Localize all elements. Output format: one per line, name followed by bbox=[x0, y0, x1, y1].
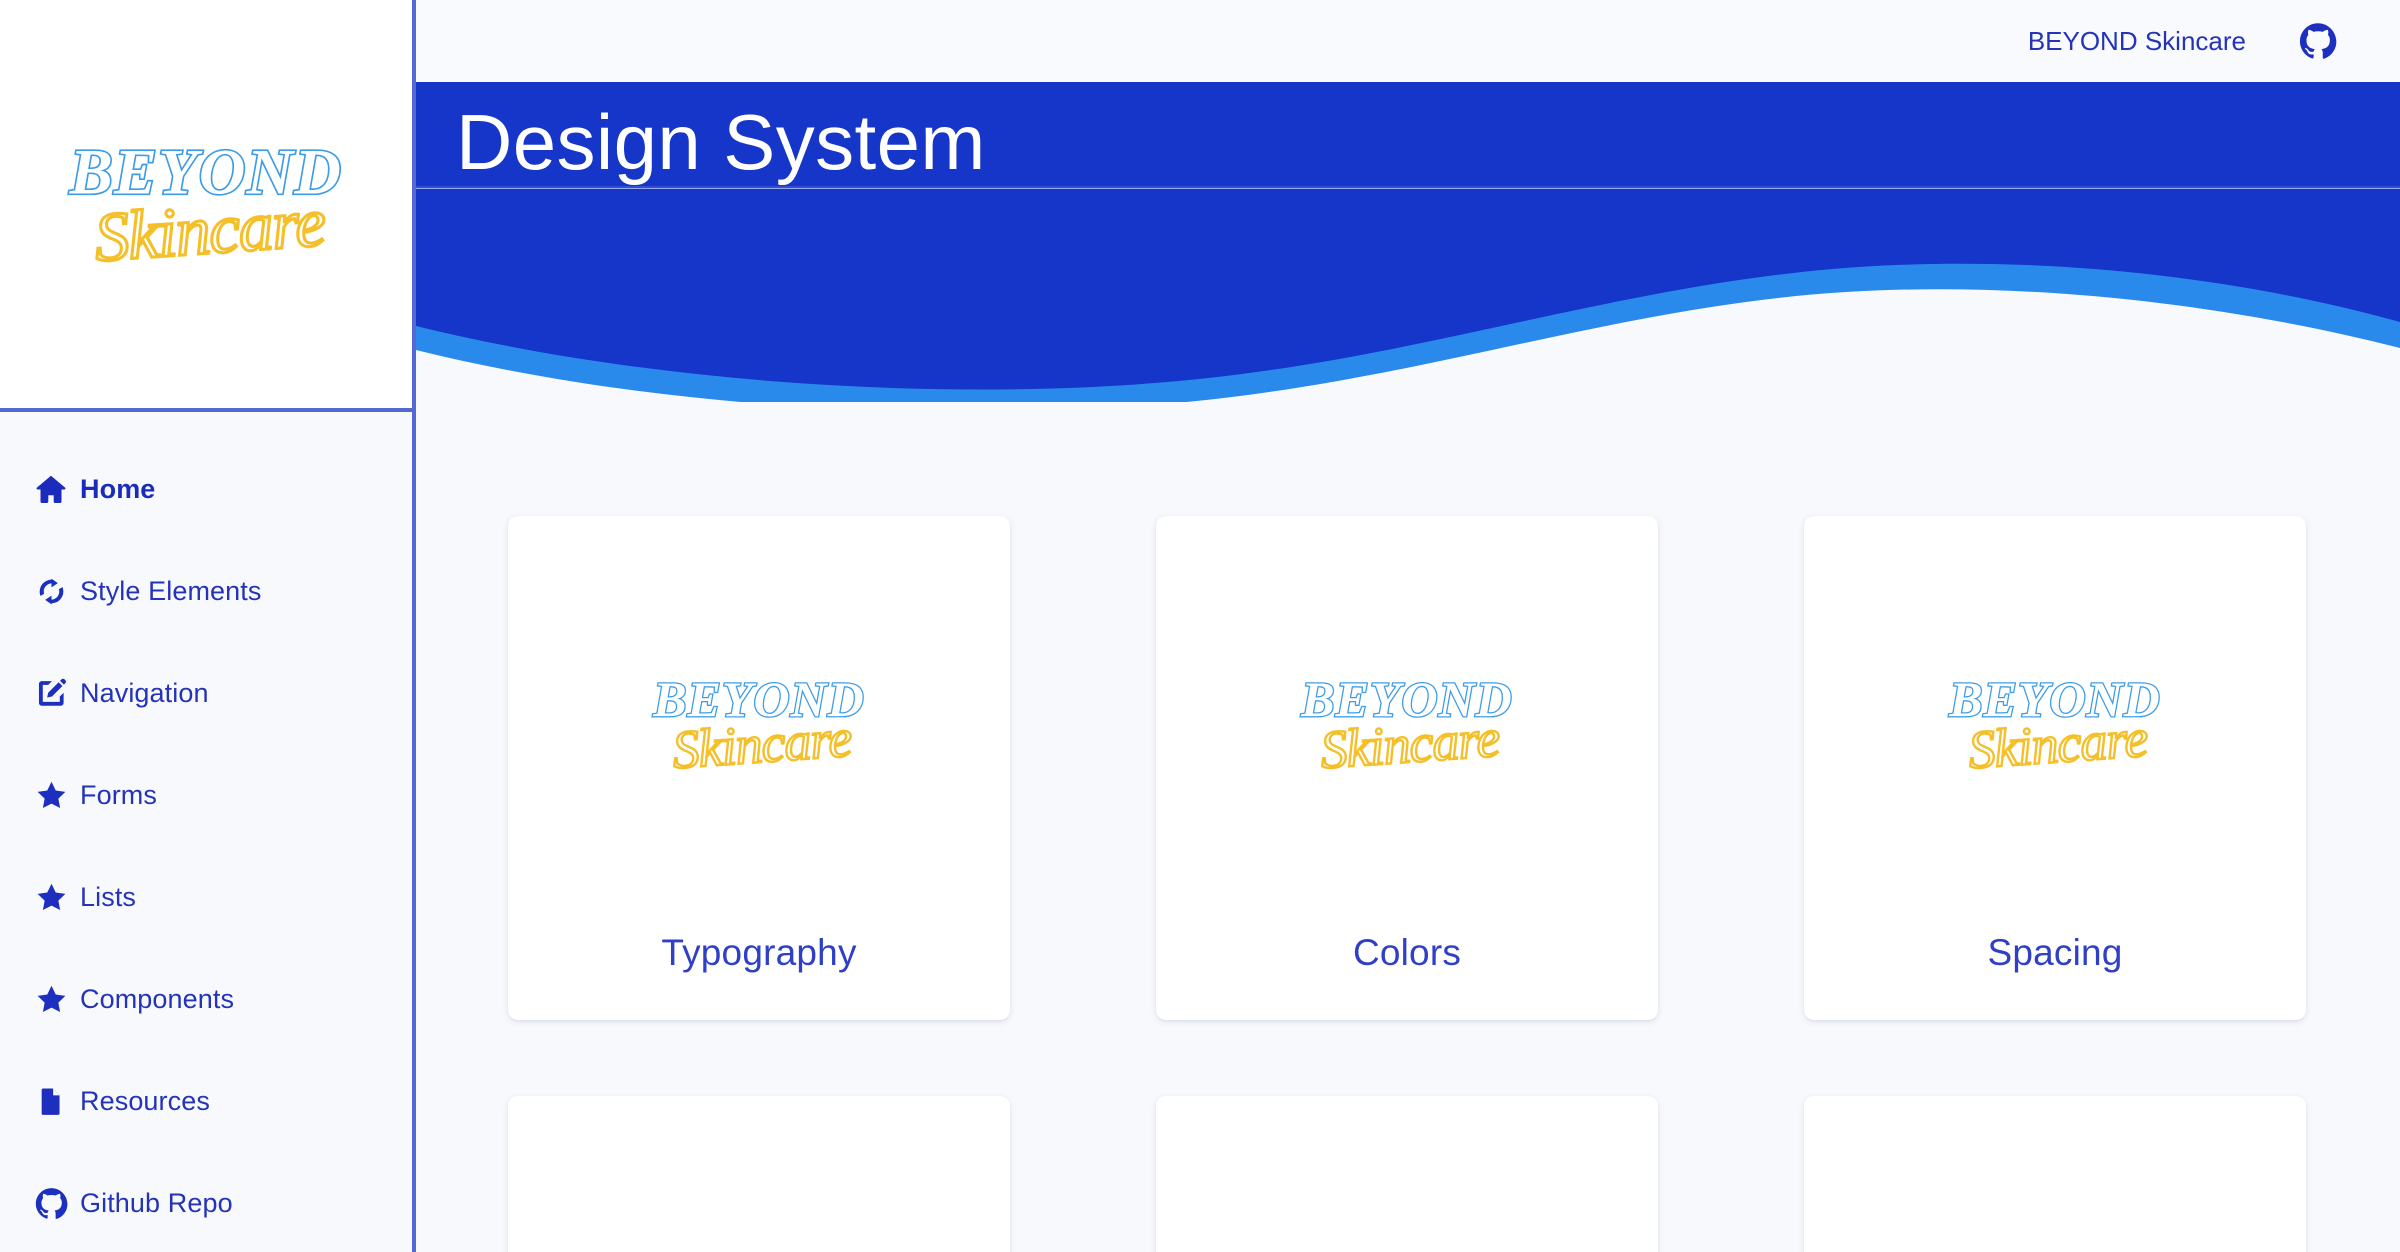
star-icon bbox=[22, 982, 80, 1017]
sidebar-item-lists[interactable]: Lists bbox=[0, 846, 412, 948]
beyond-skincare-logo-icon bbox=[67, 134, 344, 279]
sidebar-item-navigation[interactable]: Navigation bbox=[0, 642, 412, 744]
hero-wave-shape bbox=[416, 82, 2400, 402]
card-row2-2[interactable] bbox=[1156, 1096, 1658, 1252]
sidebar-item-label: Components bbox=[80, 983, 235, 1014]
topbar-brand-label: BEYOND Skincare bbox=[2027, 25, 2246, 56]
beyond-skincare-logo-icon bbox=[650, 669, 867, 782]
sidebar-item-label: Resources bbox=[80, 1085, 210, 1116]
github-icon[interactable] bbox=[2298, 21, 2338, 61]
card-colors[interactable]: Colors bbox=[1156, 516, 1658, 1020]
sidebar-item-forms[interactable]: Forms bbox=[0, 744, 412, 846]
sidebar-item-label: Forms bbox=[80, 779, 157, 810]
refresh-icon bbox=[22, 575, 80, 608]
sidebar-item-label: Navigation bbox=[80, 677, 209, 708]
sidebar-item-components[interactable]: Components bbox=[0, 948, 412, 1050]
card-label: Colors bbox=[1352, 932, 1462, 973]
github-icon bbox=[22, 1187, 80, 1220]
document-icon bbox=[22, 1085, 80, 1117]
star-icon bbox=[22, 880, 80, 915]
beyond-skincare-logo-icon bbox=[1946, 669, 2163, 782]
sidebar-item-style-elements[interactable]: Style Elements bbox=[0, 540, 412, 642]
main-content: BEYOND Skincare Design System Typography… bbox=[416, 0, 2400, 1252]
sidebar-item-label: Github Repo bbox=[80, 1187, 233, 1218]
sidebar: Home Style Elements Navigation Forms Lis… bbox=[0, 0, 416, 1252]
hero-banner: Design System bbox=[416, 82, 2400, 402]
sidebar-brand-logo[interactable] bbox=[0, 0, 412, 412]
sidebar-item-label: Lists bbox=[80, 881, 137, 912]
card-media bbox=[508, 516, 1010, 932]
card-typography[interactable]: Typography bbox=[508, 516, 1010, 1020]
sidebar-item-home[interactable]: Home bbox=[0, 438, 412, 540]
star-icon bbox=[22, 778, 80, 813]
card-media bbox=[1804, 1096, 2306, 1252]
card-grid: Typography Colors Spacing bbox=[508, 516, 2400, 1252]
sidebar-item-github-repo[interactable]: Github Repo bbox=[0, 1152, 412, 1252]
card-label: Typography bbox=[661, 932, 857, 973]
beyond-skincare-logo-icon bbox=[1298, 669, 1515, 782]
card-row2-3[interactable] bbox=[1804, 1096, 2306, 1252]
card-label: Spacing bbox=[1987, 932, 2123, 973]
card-media bbox=[1804, 516, 2306, 932]
card-spacing[interactable]: Spacing bbox=[1804, 516, 2306, 1020]
edit-square-icon bbox=[22, 676, 80, 710]
card-media bbox=[508, 1096, 1010, 1252]
card-grid-wrapper: Typography Colors Spacing bbox=[416, 402, 2400, 1252]
sidebar-nav: Home Style Elements Navigation Forms Lis… bbox=[0, 412, 412, 1252]
sidebar-item-label: Style Elements bbox=[80, 575, 262, 606]
topbar: BEYOND Skincare bbox=[416, 0, 2400, 82]
sidebar-item-label: Home bbox=[80, 473, 156, 504]
home-icon bbox=[22, 471, 80, 507]
page-title: Design System bbox=[456, 98, 986, 186]
sidebar-item-resources[interactable]: Resources bbox=[0, 1050, 412, 1152]
card-media bbox=[1156, 516, 1658, 932]
card-row2-1[interactable] bbox=[508, 1096, 1010, 1252]
card-media bbox=[1156, 1096, 1658, 1252]
app-root: Home Style Elements Navigation Forms Lis… bbox=[0, 0, 2400, 1252]
